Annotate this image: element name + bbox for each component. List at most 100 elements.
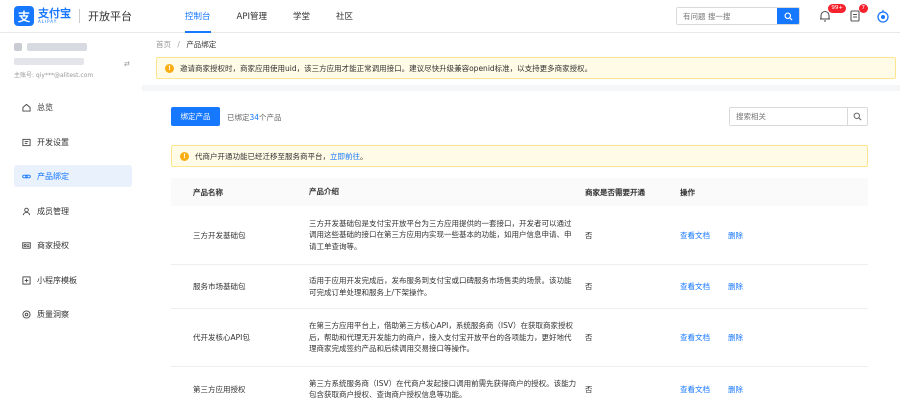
link-icon: [22, 174, 31, 178]
main-content: 首页 / 产品绑定 ! 邀请商家授权时，商家应用使用uid，该三方应用才能正常调…: [142, 33, 900, 417]
sidebar-item-label: 成员管理: [37, 206, 69, 216]
table-row: 三方开发基础包 三方开发基础包是支付宝开放平台为三方应用提供的一套接口，开发者可…: [171, 206, 868, 265]
top-navigation-bar: 支 支付宝 ALIPAY 开放平台 控制台 API管理 学堂 社区 99+ 7: [0, 0, 900, 33]
product-card: 绑定产品 已绑定34个产品 ! 代商户开通功能已经迁移至服务商平台，立即前往。 …: [156, 91, 884, 417]
column-header-merchant-activation: 商家是否需要开通: [585, 187, 645, 197]
switch-account-icon[interactable]: ⇄: [124, 60, 130, 68]
product-search-button[interactable]: [847, 108, 867, 125]
logo-divider: [79, 9, 80, 23]
search-icon: [783, 11, 793, 21]
users-icon: [22, 207, 31, 215]
bound-count: 34: [249, 113, 260, 122]
product-description: 三方开发基础包是支付宝开放平台为三方应用提供的一套接口，开发者可以通过调用这些基…: [309, 218, 572, 251]
nav-academy[interactable]: 学堂: [280, 0, 323, 33]
account-info: 主账号: qiy***@alitest.com: [0, 33, 142, 91]
sidebar-item-label: 总览: [37, 102, 53, 112]
column-header-actions: 操作: [680, 187, 695, 197]
sidebar-item-label: 开发设置: [37, 137, 69, 147]
product-name: 代开发核心API包: [193, 333, 250, 342]
nav-community[interactable]: 社区: [323, 0, 366, 33]
product-name: 服务市场基础包: [193, 282, 246, 291]
view-docs-link[interactable]: 查看文档: [680, 281, 710, 292]
row-actions: 查看文档 删除: [680, 281, 868, 292]
header-search-input[interactable]: [677, 8, 777, 24]
avatar: [14, 43, 22, 51]
account-id-masked: [14, 58, 84, 65]
product-search-input[interactable]: [730, 108, 847, 125]
search-icon: [853, 112, 862, 121]
product-description: 在第三方应用平台上，借助第三方核心API，系统服务商（ISV）在获取商家授权后，…: [309, 321, 573, 354]
bind-product-button[interactable]: 绑定产品: [171, 107, 220, 126]
activation-required: 否: [585, 282, 593, 291]
warning-icon: !: [165, 63, 174, 73]
breadcrumb: 首页 / 产品绑定: [156, 39, 216, 50]
platform-title: 开放平台: [88, 10, 132, 23]
sidebar-item-label: 产品绑定: [37, 171, 69, 181]
alipay-logo[interactable]: 支 支付宝 ALIPAY 开放平台: [14, 6, 132, 26]
column-header-name: 产品名称: [193, 187, 223, 197]
sidebar-item-quality-insight[interactable]: 质量洞察: [14, 303, 132, 325]
template-icon: [22, 275, 31, 285]
alipay-logo-icon: 支: [14, 6, 34, 26]
delete-link[interactable]: 删除: [728, 281, 743, 292]
go-now-link[interactable]: 立即前往: [330, 151, 360, 162]
breadcrumb-current: 产品绑定: [186, 40, 217, 49]
sidebar-item-label: 小程序模板: [37, 275, 77, 285]
activation-required: 否: [585, 230, 593, 240]
sidebar-item-label: 质量洞察: [37, 309, 69, 319]
sidebar-item-members[interactable]: 成员管理: [14, 200, 132, 222]
activation-required: 否: [585, 384, 593, 394]
settings-panel-icon: [22, 138, 31, 146]
row-actions: 查看文档 删除: [680, 332, 868, 343]
table-row: 第三方应用授权 第三方系统服务商（ISV）在代商户发起接口调用前需先获得商户的授…: [171, 367, 868, 411]
row-actions: 查看文档 删除: [680, 384, 868, 395]
main-account-text: 主账号: qiy***@alitest.com: [14, 72, 94, 79]
breadcrumb-home[interactable]: 首页: [156, 40, 171, 49]
table-header: 产品名称 产品介绍 商家是否需要开通 操作: [171, 178, 868, 206]
sidebar-item-product-binding[interactable]: 产品绑定: [14, 165, 132, 187]
warning-icon: !: [180, 151, 189, 161]
migration-notice: ! 代商户开通功能已经迁移至服务商平台， 立即前往。: [171, 145, 868, 167]
product-description: 适用于应用开发完成后，发布服务到支付宝或口碑服务市场售卖的场景。该功能可完成订单…: [309, 276, 572, 297]
upgrade-notice-text: 邀请商家授权时，商家应用使用uid，该三方应用才能正常调用接口。建议尽快升级兼容…: [180, 63, 593, 73]
migration-notice-text: 代商户开通功能已经迁移至服务商平台，: [195, 151, 330, 161]
robot-avatar-icon: [877, 10, 889, 23]
view-docs-link[interactable]: 查看文档: [680, 230, 710, 241]
sidebar-item-mini-program-templates[interactable]: 小程序模板: [14, 269, 132, 291]
activation-required: 否: [585, 333, 593, 342]
avatar-button[interactable]: [876, 9, 890, 23]
row-actions: 查看文档 删除: [680, 230, 868, 241]
table-row: 服务市场基础包 适用于应用开发完成后，发布服务到支付宝或口碑服务市场售卖的场景。…: [171, 265, 868, 309]
product-description: 第三方系统服务商（ISV）在代商户发起接口调用前需先获得商户的授权。该能力包含获…: [309, 378, 577, 400]
header-search: [676, 7, 800, 25]
delete-link[interactable]: 删除: [728, 332, 743, 343]
logo-cn-text: 支付宝: [38, 7, 71, 20]
sidebar-item-overview[interactable]: 总览: [14, 96, 132, 118]
product-search: [729, 107, 868, 126]
nav-console[interactable]: 控制台: [172, 0, 224, 33]
view-docs-link[interactable]: 查看文档: [680, 332, 710, 343]
view-docs-link[interactable]: 查看文档: [680, 384, 710, 395]
product-name: 第三方应用授权: [193, 384, 246, 394]
main-nav: 控制台 API管理 学堂 社区: [172, 0, 366, 33]
sidebar: 主账号: qiy***@alitest.com ⇄ 总览 开发设置 产品绑定 成…: [0, 33, 142, 417]
notification-badge: 99+: [828, 4, 846, 13]
sidebar-item-label: 商家授权: [37, 240, 69, 250]
breadcrumb-separator: /: [177, 40, 180, 49]
notification-button[interactable]: 99+: [818, 4, 846, 23]
nav-api-management[interactable]: API管理: [224, 0, 280, 33]
header-search-button[interactable]: [777, 8, 799, 24]
messages-button[interactable]: 7: [848, 4, 868, 23]
id-card-icon: [22, 241, 31, 249]
delete-link[interactable]: 删除: [728, 230, 743, 241]
product-name: 三方开发基础包: [193, 230, 246, 240]
upgrade-notice: ! 邀请商家授权时，商家应用使用uid，该三方应用才能正常调用接口。建议尽快升级…: [156, 57, 896, 79]
logo-en-text: ALIPAY: [38, 19, 58, 24]
column-header-description: 产品介绍: [309, 187, 339, 197]
delete-link[interactable]: 删除: [728, 384, 743, 395]
product-table: 产品名称 产品介绍 商家是否需要开通 操作 三方开发基础包 三方开发基础包是支付…: [171, 178, 868, 411]
table-row: 代开发核心API包 在第三方应用平台上，借助第三方核心API，系统服务商（ISV…: [171, 309, 868, 367]
sidebar-item-dev-settings[interactable]: 开发设置: [14, 131, 132, 153]
target-icon: [22, 309, 31, 319]
sidebar-item-merchant-auth[interactable]: 商家授权: [14, 234, 132, 256]
